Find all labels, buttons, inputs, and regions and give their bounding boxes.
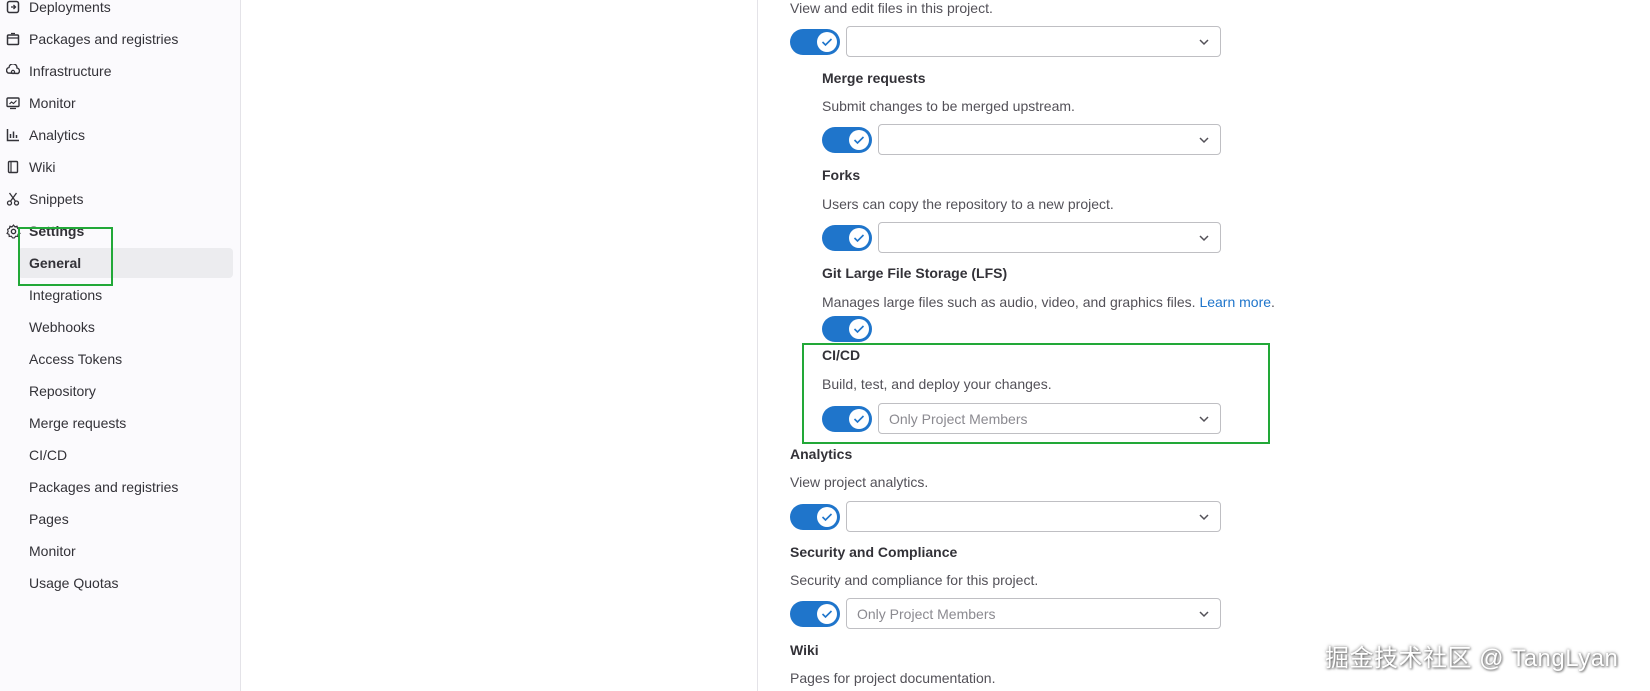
merge-requests-toggle[interactable] [822,127,872,153]
highlight-box-cicd [802,343,1270,444]
chevron-down-icon [1199,611,1209,618]
sidebar-subitem-merge-requests[interactable]: Merge requests [0,408,241,438]
sidebar-subitem-monitor[interactable]: Monitor [0,536,241,566]
merge-requests-description: Submit changes to be merged upstream. [822,98,1075,114]
chevron-down-icon [1199,39,1209,46]
sidebar-item-label: Webhooks [29,319,95,335]
sidebar-item-analytics[interactable]: Analytics [0,120,241,150]
analytics-toggle[interactable] [790,504,840,530]
analytics-access-select[interactable] [846,501,1221,532]
forks-title: Forks [822,167,861,183]
security-access-select[interactable]: Only Project Members [846,598,1221,629]
analytics-icon [5,127,21,143]
wiki-title: Wiki [790,642,819,658]
forks-description: Users can copy the repository to a new p… [822,196,1114,212]
sidebar-item-monitor[interactable]: Monitor [0,88,241,118]
sidebar-item-label: Analytics [29,127,86,143]
sidebar-item-label: Infrastructure [29,63,112,79]
sidebar-item-snippets[interactable]: Snippets [0,184,241,214]
sidebar-item-label: Monitor [29,95,76,111]
sidebar-item-label: Pages [29,511,69,527]
chevron-down-icon [1199,137,1209,144]
merge-requests-title: Merge requests [822,70,926,86]
sidebar-item-label: Monitor [29,543,76,559]
chevron-down-icon [1199,514,1209,521]
check-icon [849,319,869,339]
content-divider [757,0,758,691]
repository-access-select[interactable] [846,26,1221,57]
sidebar-item-deployments[interactable]: Deployments [0,0,241,22]
sidebar-item-label: Integrations [29,287,103,303]
check-icon [817,32,837,52]
sidebar-item-label: CI/CD [29,447,68,463]
snippet-icon [5,191,21,207]
sidebar-subitem-pages[interactable]: Pages [0,504,241,534]
sidebar-item-label: Deployments [29,0,111,15]
sidebar-item-label: Usage Quotas [29,575,119,591]
sidebar-item-label: Access Tokens [29,351,123,367]
monitor-icon [5,95,21,111]
sidebar-subitem-usage-quotas[interactable]: Usage Quotas [0,568,241,598]
check-icon [849,130,869,150]
highlight-box-settings-general [18,227,113,286]
book-icon [5,159,21,175]
repository-toggle[interactable] [790,29,840,55]
sidebar-item-label: Packages and registries [29,479,179,495]
check-icon [817,507,837,527]
sidebar-item-label: Repository [29,383,96,399]
infrastructure-icon [5,63,21,79]
lfs-title: Git Large File Storage (LFS) [822,265,1008,281]
check-icon [849,228,869,248]
sidebar-item-packages[interactable]: Packages and registries [0,24,241,54]
forks-toggle[interactable] [822,225,872,251]
package-icon [5,31,21,47]
security-description: Security and compliance for this project… [790,572,1039,588]
sidebar-item-label: Merge requests [29,415,127,431]
analytics-title: Analytics [790,446,853,462]
wiki-description: Pages for project documentation. [790,670,996,686]
sidebar-item-infrastructure[interactable]: Infrastructure [0,56,241,86]
sidebar-subitem-webhooks[interactable]: Webhooks [0,312,241,342]
analytics-description: View project analytics. [790,474,929,490]
lfs-description-period: . [1271,294,1275,310]
sidebar-item-wiki[interactable]: Wiki [0,152,241,182]
sidebar-subitem-repository[interactable]: Repository [0,376,241,406]
lfs-description-text: Manages large files such as audio, video… [822,294,1196,310]
security-toggle[interactable] [790,601,840,627]
sidebar-subitem-packages[interactable]: Packages and registries [0,472,241,502]
sidebar-item-label: Snippets [29,191,84,207]
learn-more-link[interactable]: Learn more [1199,294,1271,310]
chevron-down-icon [1199,235,1209,242]
deployments-icon [5,0,21,15]
repository-description: View and edit files in this project. [790,0,993,16]
sidebar: Deployments Packages and registries Infr… [0,0,241,691]
lfs-description: Manages large files such as audio, video… [822,294,1275,310]
security-title: Security and Compliance [790,544,958,560]
forks-access-select[interactable] [878,222,1221,253]
check-icon [817,604,837,624]
sidebar-subitem-access-tokens[interactable]: Access Tokens [0,344,241,374]
lfs-toggle[interactable] [822,316,872,342]
merge-requests-access-select[interactable] [878,124,1221,155]
sidebar-item-label: Wiki [29,159,56,175]
sidebar-subitem-cicd[interactable]: CI/CD [0,440,241,470]
watermark: 掘金技术社区 @ TangLyan [1325,645,1619,672]
select-value: Only Project Members [857,606,996,622]
sidebar-item-label: Packages and registries [29,31,179,47]
